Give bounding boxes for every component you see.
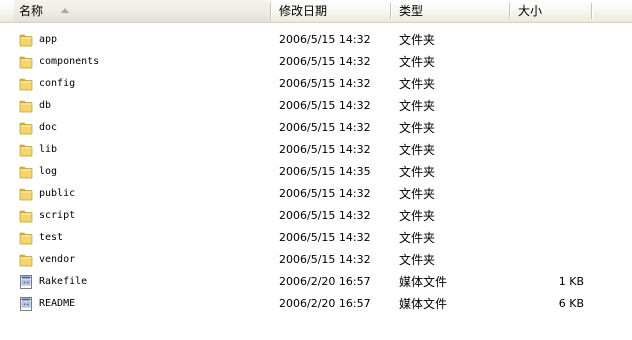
file-row[interactable]: vendor 2006/5/15 14:32 文件夹: [0, 249, 632, 271]
file-modified-date: 2006/5/15 14:32: [279, 187, 371, 200]
file-size: [514, 161, 584, 183]
file-size: [514, 139, 584, 161]
file-size: [514, 183, 584, 205]
file-modified-date: 2006/5/15 14:32: [279, 77, 371, 90]
column-header-modified[interactable]: 修改日期: [274, 0, 392, 22]
file-size: [514, 51, 584, 73]
column-resize-handle[interactable]: [509, 3, 511, 19]
file-type: 文件夹: [399, 187, 436, 201]
file-type: 文件夹: [399, 99, 436, 113]
file-modified-date: 2006/5/15 14:32: [279, 143, 371, 156]
file-type: 文件夹: [399, 33, 436, 47]
file-name: doc: [39, 122, 58, 133]
file-row[interactable]: lib 2006/5/15 14:32 文件夹: [0, 139, 632, 161]
file-row[interactable]: db 2006/5/15 14:32 文件夹: [0, 95, 632, 117]
file-size: [514, 73, 584, 95]
file-size: 1 KB: [558, 275, 584, 288]
file-name: README: [39, 298, 76, 309]
file-type: 文件夹: [399, 209, 436, 223]
file-type: 文件夹: [399, 231, 436, 245]
column-header-type-label: 类型: [399, 4, 424, 18]
file-name: log: [39, 166, 58, 177]
folder-icon: [18, 186, 34, 202]
file-type: 媒体文件: [399, 275, 448, 289]
folder-icon: [18, 32, 34, 48]
file-row[interactable]: doc 2006/5/15 14:32 文件夹: [0, 117, 632, 139]
media-file-icon: [18, 296, 34, 312]
file-modified-date: 2006/5/15 14:35: [279, 165, 371, 178]
folder-icon: [18, 252, 34, 268]
file-modified-date: 2006/5/15 14:32: [279, 121, 371, 134]
file-name: Rakefile: [39, 276, 88, 287]
folder-icon: [18, 142, 34, 158]
file-name: lib: [39, 144, 58, 155]
file-name: vendor: [39, 254, 76, 265]
column-header-size-label: 大小: [518, 4, 543, 18]
file-modified-date: 2006/2/20 16:57: [279, 275, 371, 288]
column-header-bar: 名称 修改日期 类型 大小: [0, 0, 632, 23]
file-name: script: [39, 210, 76, 221]
file-size: [514, 249, 584, 271]
column-resize-handle[interactable]: [270, 3, 272, 19]
file-size: [514, 117, 584, 139]
file-modified-date: 2006/5/15 14:32: [279, 253, 371, 266]
file-modified-date: 2006/5/15 14:32: [279, 231, 371, 244]
column-header-size[interactable]: 大小: [513, 0, 593, 22]
file-name: app: [39, 34, 58, 45]
file-modified-date: 2006/5/15 14:32: [279, 33, 371, 46]
file-name: test: [39, 232, 64, 243]
folder-icon: [18, 98, 34, 114]
file-modified-date: 2006/2/20 16:57: [279, 297, 371, 310]
file-type: 文件夹: [399, 55, 436, 69]
file-row[interactable]: public 2006/5/15 14:32 文件夹: [0, 183, 632, 205]
file-size: 6 KB: [558, 297, 584, 310]
file-modified-date: 2006/5/15 14:32: [279, 55, 371, 68]
file-row[interactable]: Rakefile 2006/2/20 16:57 媒体文件 1 KB: [0, 271, 632, 293]
file-row[interactable]: log 2006/5/15 14:35 文件夹: [0, 161, 632, 183]
column-header-name-label: 名称: [19, 4, 44, 18]
file-row[interactable]: script 2006/5/15 14:32 文件夹: [0, 205, 632, 227]
file-row[interactable]: app 2006/5/15 14:32 文件夹: [0, 29, 632, 51]
file-size: [514, 227, 584, 249]
file-list-view: 名称 修改日期 类型 大小 app 2006/5/15 14:32 文件夹 compo…: [0, 0, 632, 340]
file-row[interactable]: components 2006/5/15 14:32 文件夹: [0, 51, 632, 73]
sort-ascending-icon: [61, 8, 69, 13]
file-row[interactable]: README 2006/2/20 16:57 媒体文件 6 KB: [0, 293, 632, 315]
file-size: [514, 205, 584, 227]
file-size: [514, 95, 584, 117]
file-type: 文件夹: [399, 121, 436, 135]
file-row[interactable]: config 2006/5/15 14:32 文件夹: [0, 73, 632, 95]
file-name: public: [39, 188, 76, 199]
media-file-icon: [18, 274, 34, 290]
column-header-type[interactable]: 类型: [394, 0, 511, 22]
file-row[interactable]: test 2006/5/15 14:32 文件夹: [0, 227, 632, 249]
file-type: 文件夹: [399, 165, 436, 179]
file-name: config: [39, 78, 76, 89]
folder-icon: [18, 76, 34, 92]
file-type: 文件夹: [399, 143, 436, 157]
column-header-name[interactable]: 名称: [14, 0, 272, 22]
file-type: 文件夹: [399, 77, 436, 91]
column-resize-handle[interactable]: [390, 3, 392, 19]
column-header-modified-label: 修改日期: [279, 4, 328, 18]
file-type: 文件夹: [399, 253, 436, 267]
file-name: components: [39, 56, 100, 67]
folder-icon: [18, 120, 34, 136]
column-resize-handle[interactable]: [591, 3, 593, 19]
file-type: 媒体文件: [399, 297, 448, 311]
folder-icon: [18, 164, 34, 180]
file-size: [514, 29, 584, 51]
file-name: db: [39, 100, 52, 111]
file-modified-date: 2006/5/15 14:32: [279, 209, 371, 222]
folder-icon: [18, 230, 34, 246]
file-modified-date: 2006/5/15 14:32: [279, 99, 371, 112]
folder-icon: [18, 208, 34, 224]
folder-icon: [18, 54, 34, 70]
